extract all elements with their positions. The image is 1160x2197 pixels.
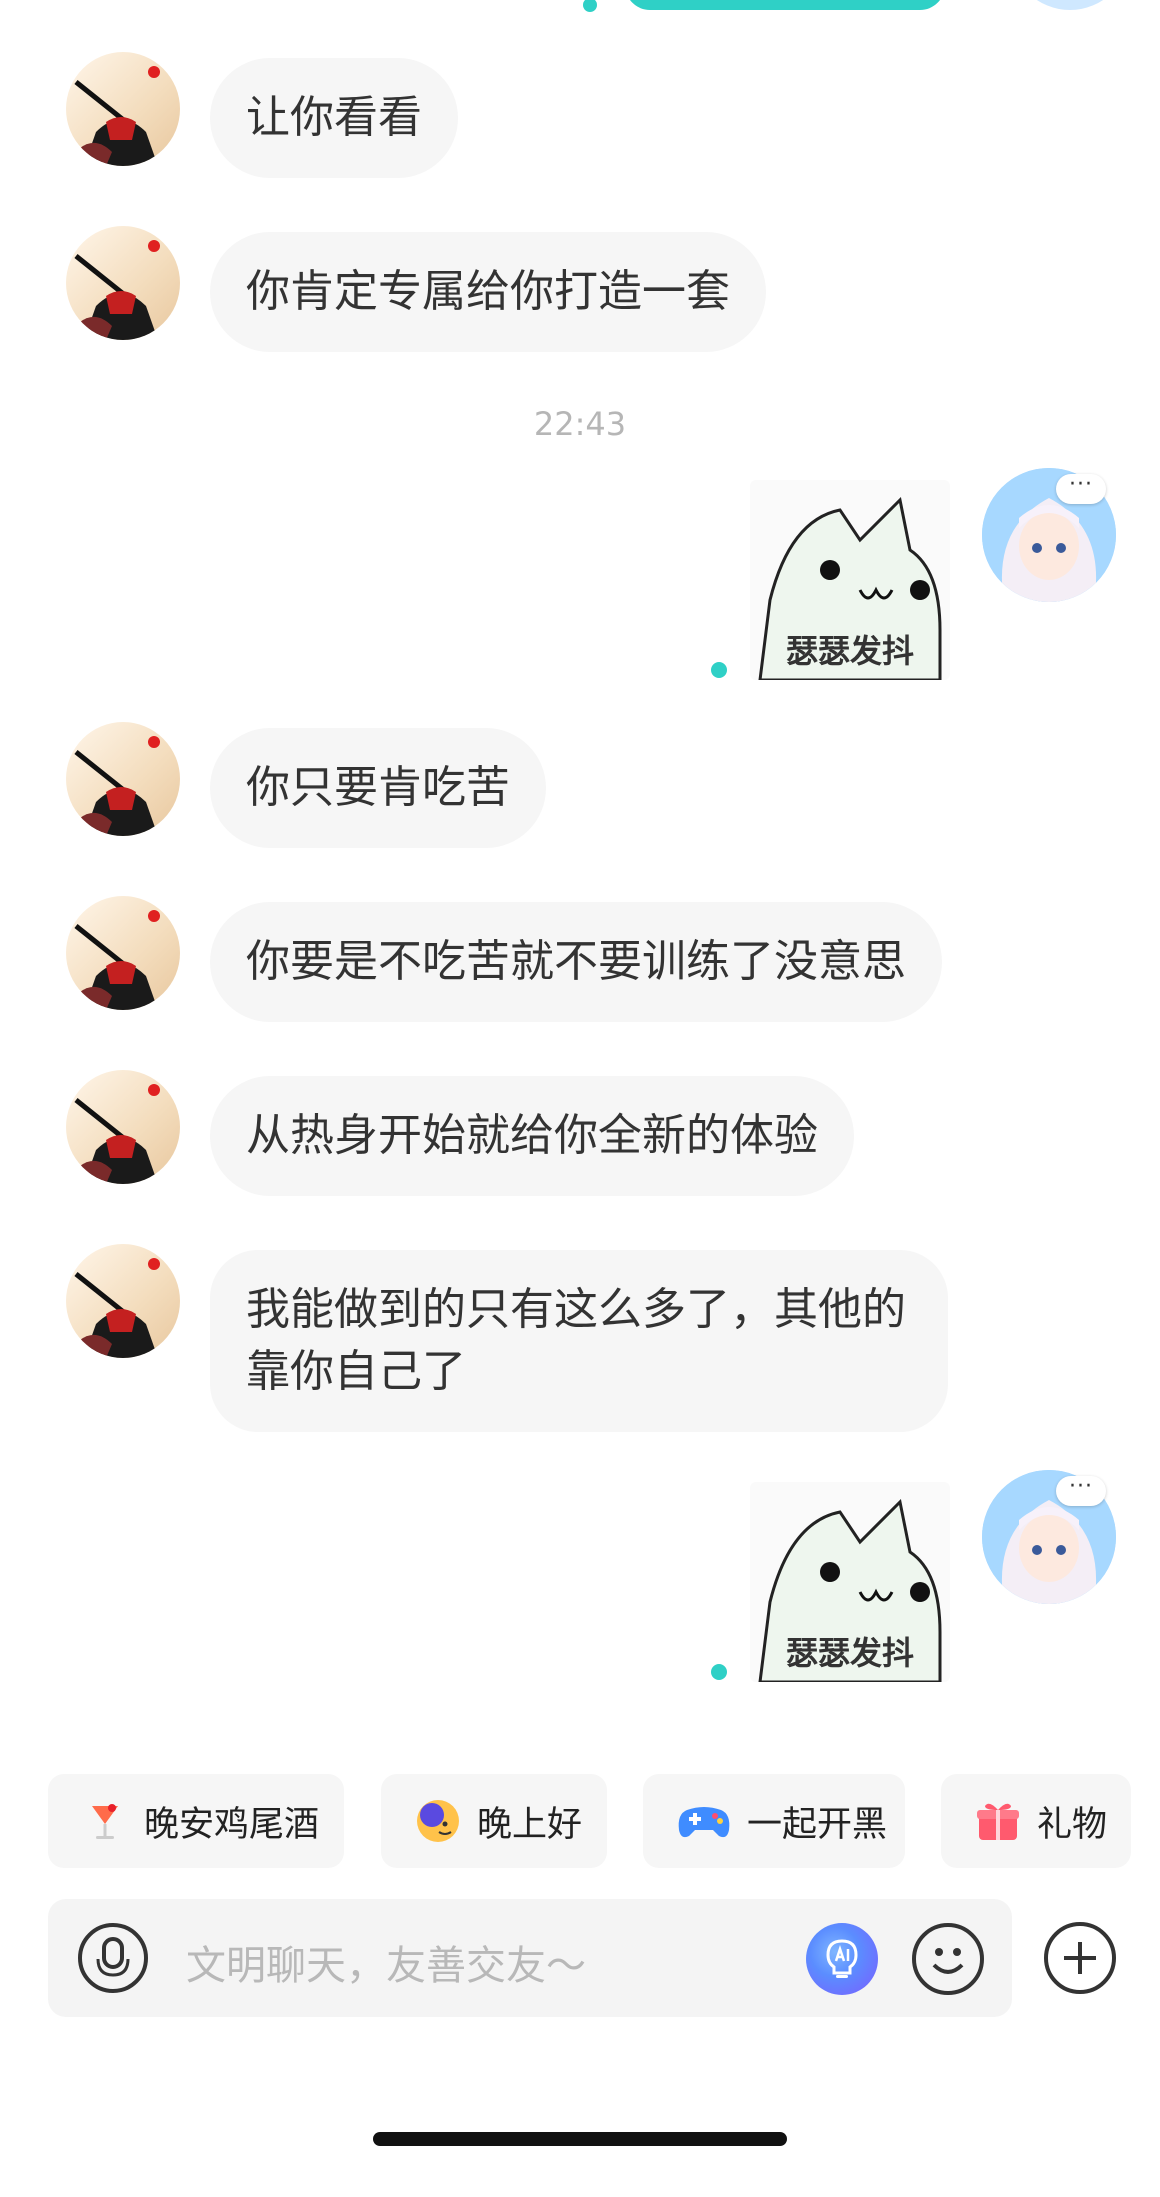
message-bubble[interactable]: 你肯定专属给你打造一套 bbox=[210, 232, 766, 352]
quick-reply-label: 晚上好 bbox=[477, 1804, 583, 1845]
message-bubble[interactable]: 从热身开始就给你全新的体验 bbox=[210, 1076, 854, 1196]
sticker-caption: 瑟瑟发抖 bbox=[785, 632, 914, 670]
contact-avatar[interactable] bbox=[66, 1070, 180, 1184]
more-icon[interactable]: ··· bbox=[1056, 474, 1106, 504]
sticker-message[interactable]: 瑟瑟发抖 bbox=[750, 1482, 950, 1682]
contact-avatar[interactable] bbox=[66, 896, 180, 1010]
message-input[interactable]: 文明聊天，友善交友～ bbox=[186, 1933, 586, 1991]
sticker-caption: 瑟瑟发抖 bbox=[785, 1634, 914, 1672]
my-avatar[interactable] bbox=[1010, 0, 1130, 10]
contact-avatar[interactable] bbox=[66, 226, 180, 340]
ai-assistant-icon[interactable] bbox=[806, 1923, 878, 1995]
quick-reply-chip[interactable]: 礼物 bbox=[941, 1774, 1131, 1868]
message-bubble[interactable]: 我能做到的只有这么多了，其他的靠你自己了 bbox=[210, 1250, 948, 1432]
sent-status-dot bbox=[711, 662, 727, 678]
message-bubble[interactable]: 你只要肯吃苦 bbox=[210, 728, 546, 848]
quick-reply-chip[interactable]: 一起开黑 bbox=[643, 1774, 905, 1868]
message-input-bar[interactable]: 文明聊天，友善交友～ bbox=[48, 1899, 1012, 2017]
quick-reply-label: 礼物 bbox=[1037, 1804, 1108, 1845]
previous-message-bubble[interactable] bbox=[625, 0, 945, 10]
moon-face-icon bbox=[415, 1798, 461, 1844]
quick-reply-chip[interactable]: 晚上好 bbox=[381, 1774, 607, 1868]
voice-icon[interactable] bbox=[78, 1923, 148, 1993]
more-icon[interactable]: ··· bbox=[1056, 1476, 1106, 1506]
add-icon[interactable] bbox=[1044, 1922, 1116, 1994]
quick-reply-chip[interactable]: 晚安鸡尾酒 bbox=[48, 1774, 344, 1868]
message-bubble[interactable]: 让你看看 bbox=[210, 58, 458, 178]
contact-avatar[interactable] bbox=[66, 1244, 180, 1358]
contact-avatar[interactable] bbox=[66, 722, 180, 836]
emoji-icon[interactable] bbox=[912, 1923, 984, 1995]
sticker-message[interactable]: 瑟瑟发抖 bbox=[750, 480, 950, 680]
gamepad-icon bbox=[677, 1798, 731, 1844]
sent-status-dot bbox=[711, 1664, 727, 1680]
quick-reply-label: 一起开黑 bbox=[747, 1804, 888, 1845]
home-indicator bbox=[373, 2132, 787, 2146]
cocktail-icon bbox=[82, 1798, 128, 1844]
sent-status-dot bbox=[583, 0, 597, 12]
contact-avatar[interactable] bbox=[66, 52, 180, 166]
gift-icon bbox=[975, 1798, 1021, 1844]
quick-reply-label: 晚安鸡尾酒 bbox=[144, 1804, 320, 1845]
message-timestamp: 22:43 bbox=[533, 405, 627, 443]
message-bubble[interactable]: 你要是不吃苦就不要训练了没意思 bbox=[210, 902, 942, 1022]
